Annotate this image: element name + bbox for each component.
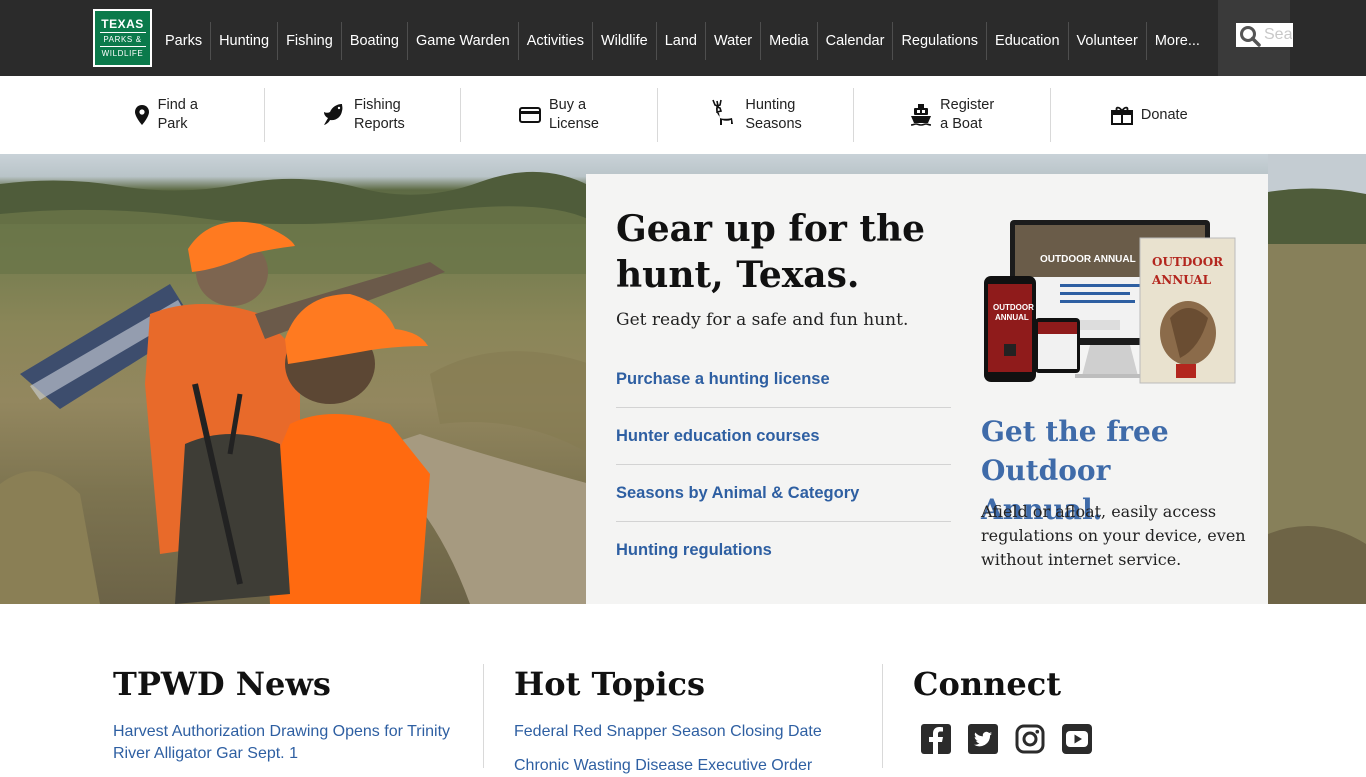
logo-rule bbox=[99, 32, 146, 33]
hot-topics-heading: Hot Topics bbox=[514, 665, 706, 703]
logo-mark: TEXAS PARKS & WILDLIFE bbox=[95, 11, 150, 65]
boat-icon bbox=[910, 103, 932, 127]
quicklink-label: Fishing Reports bbox=[354, 97, 405, 132]
promo-text: Afield or afloat, easily access regulati… bbox=[981, 502, 1246, 569]
nav-media[interactable]: Media bbox=[760, 22, 817, 60]
top-navigation-bar: TEXAS PARKS & WILDLIFE Parks Hunting Fis… bbox=[0, 0, 1366, 76]
nav-education[interactable]: Education bbox=[986, 22, 1068, 60]
quicklink-label: Buy a License bbox=[548, 97, 599, 132]
news-item[interactable]: Harvest Authorization Drawing Opens for … bbox=[113, 721, 473, 765]
hot-topic-item[interactable]: Federal Red Snapper Season Closing Date bbox=[514, 721, 874, 743]
instagram-icon[interactable] bbox=[1013, 722, 1047, 756]
hero-subtitle: Get ready for a safe and fun hunt. bbox=[616, 310, 909, 330]
outdoor-annual-devices-image[interactable]: OUTDOOR ANNUAL OUTDOOR ANNUAL OUTDOOR AN… bbox=[980, 218, 1240, 388]
deer-icon bbox=[709, 99, 737, 131]
search-input[interactable] bbox=[1264, 23, 1292, 47]
nav-regulations[interactable]: Regulations bbox=[892, 22, 986, 60]
link-hunting-regulations[interactable]: Hunting regulations bbox=[616, 522, 951, 578]
quicklink-find-a-park[interactable]: Find a Park bbox=[68, 88, 265, 142]
search-box[interactable] bbox=[1236, 23, 1293, 47]
nav-calendar[interactable]: Calendar bbox=[816, 22, 893, 60]
hot-topic-item[interactable]: Chronic Wasting Disease Executive Order bbox=[514, 755, 874, 777]
quicklink-label: Find a Park bbox=[157, 97, 198, 132]
quick-links-bar: Find a Park Fishing Reports Buy a License H… bbox=[68, 88, 1248, 142]
quicklink-fishing-reports[interactable]: Fishing Reports bbox=[265, 88, 462, 142]
phone-title-2: ANNUAL bbox=[995, 313, 1029, 322]
book-title-2: ANNUAL bbox=[1151, 273, 1212, 287]
nav-boating[interactable]: Boating bbox=[340, 22, 407, 60]
nav-game-warden[interactable]: Game Warden bbox=[407, 22, 518, 60]
column-divider bbox=[483, 664, 484, 768]
news-heading: TPWD News bbox=[113, 665, 331, 703]
logo-text-texas: TEXAS bbox=[101, 17, 144, 31]
youtube-icon[interactable] bbox=[1060, 722, 1094, 756]
nav-wildlife[interactable]: Wildlife bbox=[591, 22, 656, 60]
facebook-icon[interactable] bbox=[919, 722, 953, 756]
nav-more[interactable]: More... bbox=[1145, 22, 1208, 60]
hero-landscape-right bbox=[1268, 154, 1366, 604]
logo-rule bbox=[99, 46, 146, 47]
nav-volunteer[interactable]: Volunteer bbox=[1067, 22, 1146, 60]
nav-parks[interactable]: Parks bbox=[157, 22, 210, 60]
phone-title-1: OUTDOOR bbox=[993, 303, 1034, 312]
hero-title: Gear up for the hunt, Texas. bbox=[616, 208, 926, 296]
column-divider bbox=[882, 664, 883, 768]
hero-hunters-image bbox=[0, 171, 590, 604]
book-title-1: OUTDOOR bbox=[1152, 255, 1224, 269]
monitor-title: OUTDOOR ANNUAL bbox=[1040, 254, 1136, 265]
nav-activities[interactable]: Activities bbox=[517, 22, 592, 60]
nav-land[interactable]: Land bbox=[655, 22, 705, 60]
hot-topics-column: Hot Topics Federal Red Snapper Season Cl… bbox=[514, 664, 874, 774]
social-links bbox=[919, 722, 1253, 756]
quicklink-register-a-boat[interactable]: Register a Boat bbox=[854, 88, 1051, 142]
quicklink-label: Donate bbox=[1140, 106, 1188, 123]
nav-water[interactable]: Water bbox=[704, 22, 760, 60]
fish-icon bbox=[320, 102, 346, 128]
quicklink-label: Register a Boat bbox=[940, 97, 995, 132]
connect-heading: Connect bbox=[913, 665, 1061, 703]
connect-column: Connect bbox=[913, 664, 1253, 768]
link-hunter-education[interactable]: Hunter education courses bbox=[616, 408, 951, 465]
logo-text-wildlife: WILDLIFE bbox=[101, 49, 144, 58]
hero-link-list: Purchase a hunting license Hunter educat… bbox=[616, 351, 951, 578]
main-nav: Parks Hunting Fishing Boating Game Warde… bbox=[157, 22, 1208, 60]
quicklink-donate[interactable]: Donate bbox=[1051, 88, 1248, 142]
link-seasons-by-animal[interactable]: Seasons by Animal & Category bbox=[616, 465, 951, 522]
news-column: TPWD News Harvest Authorization Drawing … bbox=[113, 664, 473, 768]
nav-hunting[interactable]: Hunting bbox=[210, 22, 277, 60]
credit-card-icon bbox=[518, 106, 541, 124]
tpwd-logo[interactable]: TEXAS PARKS & WILDLIFE bbox=[93, 9, 152, 67]
gift-icon bbox=[1110, 105, 1133, 125]
nav-fishing[interactable]: Fishing bbox=[277, 22, 341, 60]
quicklink-hunting-seasons[interactable]: Hunting Seasons bbox=[658, 88, 855, 142]
quicklink-label: Hunting Seasons bbox=[745, 97, 802, 132]
search-icon[interactable] bbox=[1239, 25, 1261, 47]
link-purchase-hunting-license[interactable]: Purchase a hunting license bbox=[616, 351, 951, 408]
logo-text-parks: PARKS & bbox=[103, 35, 142, 44]
quicklink-buy-a-license[interactable]: Buy a License bbox=[461, 88, 658, 142]
twitter-icon[interactable] bbox=[966, 722, 1000, 756]
map-pin-icon bbox=[134, 104, 150, 126]
